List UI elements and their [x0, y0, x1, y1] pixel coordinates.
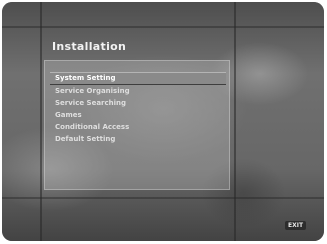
menu-item-games[interactable]: Games [50, 110, 226, 121]
menu-title: Installation [52, 40, 127, 53]
frame-divider-bottom [2, 197, 324, 199]
menu-item-system-setting[interactable]: System Setting [50, 72, 226, 85]
frame-divider-left [40, 2, 42, 241]
frame-divider-right [234, 2, 236, 241]
exit-button-hint[interactable]: EXIT [285, 221, 307, 230]
menu-item-service-organising[interactable]: Service Organising [50, 86, 226, 97]
tv-screen: Installation System Setting Service Orga… [2, 2, 324, 241]
menu-item-default-setting[interactable]: Default Setting [50, 134, 226, 145]
menu-item-service-searching[interactable]: Service Searching [50, 98, 226, 109]
installation-menu: System Setting Service Organising Servic… [50, 72, 226, 146]
menu-item-conditional-access[interactable]: Conditional Access [50, 122, 226, 133]
frame-divider-top [2, 26, 324, 28]
